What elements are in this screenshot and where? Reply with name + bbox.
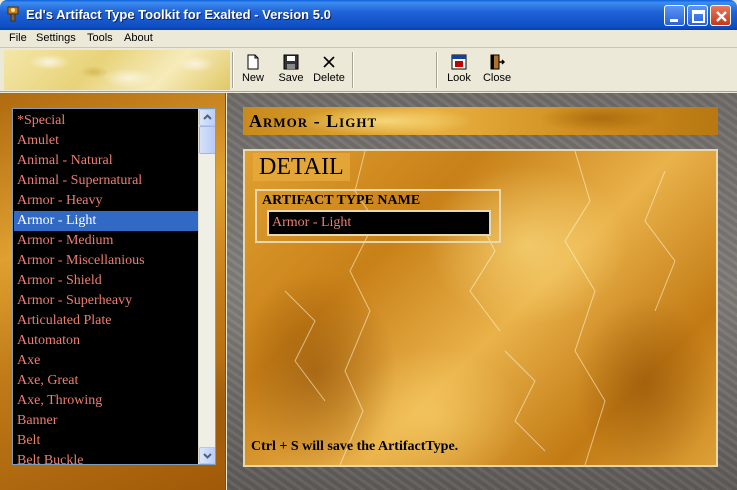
list-item[interactable]: Axe, Throwing: [14, 391, 198, 411]
detail-section-label: DETAIL: [253, 153, 350, 181]
toolbar: New Save Delete Look Close: [0, 48, 737, 92]
new-button-label: New: [241, 72, 264, 84]
close-button-label: Close: [482, 72, 512, 84]
toolbar-separator: [352, 52, 354, 88]
list-item[interactable]: Armor - Shield: [14, 271, 198, 291]
maximize-icon: [692, 10, 705, 23]
list-item[interactable]: Banner: [14, 411, 198, 431]
maximize-button[interactable]: [687, 5, 708, 26]
list-item[interactable]: Amulet: [14, 131, 198, 151]
list-item[interactable]: Axe: [14, 351, 198, 371]
exit-door-icon: [490, 54, 505, 70]
save-shortcut-hint: Ctrl + S will save the ArtifactType.: [251, 439, 459, 454]
list-item[interactable]: Animal - Natural: [14, 151, 198, 171]
minimize-button[interactable]: [664, 5, 685, 26]
look-button-label: Look: [447, 72, 471, 84]
window-title: Ed's Artifact Type Toolkit for Exalted -…: [26, 7, 331, 22]
close-icon: [716, 11, 727, 22]
delete-x-icon: [323, 56, 335, 68]
menu-bar: File Settings Tools About: [0, 30, 737, 48]
look-button[interactable]: Look: [444, 50, 474, 90]
close-window-button[interactable]: [710, 5, 731, 26]
list-item[interactable]: Armor - Superheavy: [14, 291, 198, 311]
list-item[interactable]: Belt: [14, 431, 198, 451]
record-header: Armor - Light: [243, 107, 718, 135]
list-item[interactable]: Belt Buckle: [14, 451, 198, 464]
delete-button[interactable]: Delete: [311, 50, 347, 90]
list-scrollbar[interactable]: [198, 109, 215, 464]
list-item[interactable]: Axe, Great: [14, 371, 198, 391]
chevron-down-icon: [203, 453, 212, 459]
detail-pane: Armor - Light DETAIL ARTIFACT TYPE NAME …: [227, 93, 737, 490]
save-disk-icon: [283, 54, 299, 70]
new-document-icon: [247, 54, 259, 70]
chevron-up-icon: [203, 114, 212, 120]
minimize-icon: [670, 19, 678, 22]
app-icon: [7, 6, 19, 22]
list-item[interactable]: Articulated Plate: [14, 311, 198, 331]
list-item-selected[interactable]: Armor - Light: [14, 211, 198, 231]
list-item[interactable]: *Special: [14, 111, 198, 131]
list-item[interactable]: Armor - Miscellanious: [14, 251, 198, 271]
artifact-type-name-group: ARTIFACT TYPE NAME Armor - Light: [255, 189, 501, 243]
toolbar-banner-image: [4, 50, 230, 90]
menu-settings[interactable]: Settings: [36, 32, 76, 44]
record-title: Armor - Light: [249, 111, 378, 131]
menu-tools[interactable]: Tools: [87, 32, 113, 44]
list-item[interactable]: Armor - Medium: [14, 231, 198, 251]
look-window-icon: [451, 54, 467, 70]
list-item[interactable]: Animal - Supernatural: [14, 171, 198, 191]
detail-panel: DETAIL ARTIFACT TYPE NAME Armor - Light …: [243, 149, 718, 467]
title-bar: Ed's Artifact Type Toolkit for Exalted -…: [0, 0, 737, 30]
scroll-up-button[interactable]: [199, 109, 215, 126]
artifact-type-name-field[interactable]: Armor - Light: [267, 210, 491, 236]
menu-file[interactable]: File: [9, 32, 27, 44]
artifact-type-name-label: ARTIFACT TYPE NAME: [262, 193, 421, 208]
scroll-thumb[interactable]: [199, 126, 215, 154]
close-button[interactable]: Close: [481, 50, 513, 90]
delete-button-label: Delete: [313, 72, 345, 84]
toolbar-separator: [436, 52, 438, 88]
list-item[interactable]: Armor - Heavy: [14, 191, 198, 211]
save-button-label: Save: [278, 72, 304, 84]
save-button[interactable]: Save: [276, 50, 306, 90]
new-button[interactable]: New: [238, 50, 268, 90]
toolbar-separator: [232, 52, 234, 88]
artifact-type-list[interactable]: *Special Amulet Animal - Natural Animal …: [12, 108, 216, 465]
list-item[interactable]: Automaton: [14, 331, 198, 351]
scroll-down-button[interactable]: [199, 447, 215, 464]
menu-about[interactable]: About: [124, 32, 153, 44]
artifact-list-pane: *Special Amulet Animal - Natural Animal …: [0, 93, 226, 490]
